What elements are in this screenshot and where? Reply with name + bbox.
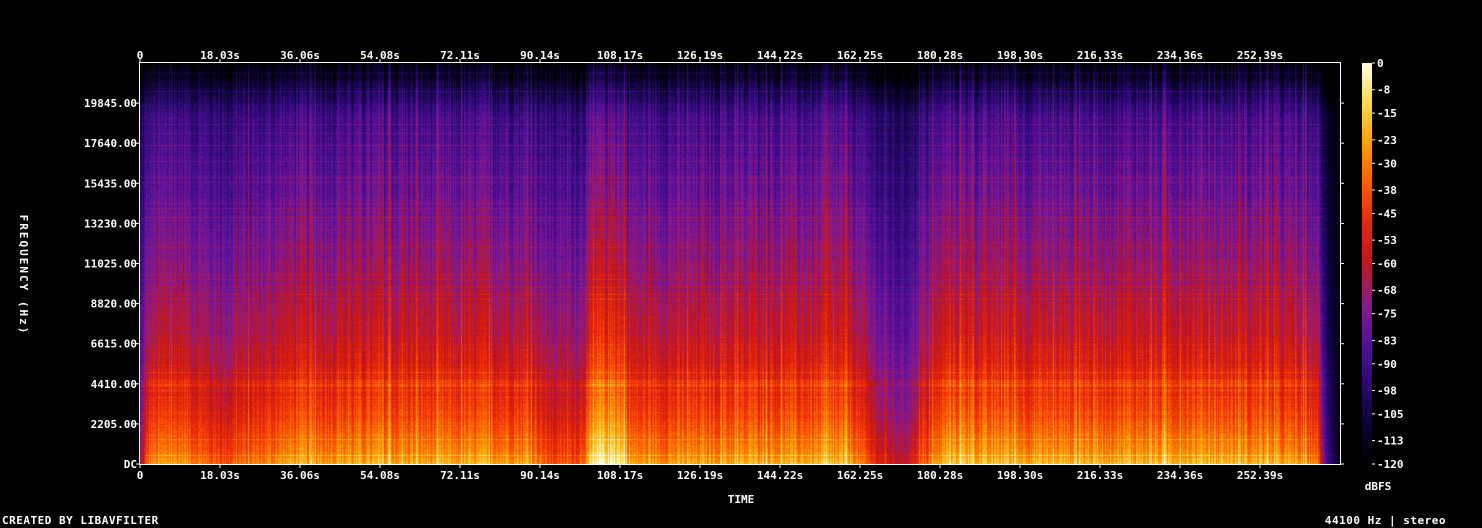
- y-tick-label: 17640.00: [84, 137, 137, 150]
- colorbar-tick-label: -60: [1377, 258, 1397, 271]
- x-tick-label-bottom: 198.30s: [997, 469, 1043, 482]
- x-tick-label-top: 36.06s: [280, 49, 320, 62]
- x-tick-label-bottom: 0: [137, 469, 144, 482]
- colorbar-tick-label: -113: [1377, 435, 1404, 448]
- y-tick-label: 6615.00: [91, 338, 137, 351]
- x-tick-label-top: 72.11s: [440, 49, 480, 62]
- x-tick-label-bottom: 36.06s: [280, 469, 320, 482]
- x-tick-label-bottom: 18.03s: [200, 469, 240, 482]
- x-tick-label-top: 234.36s: [1157, 49, 1203, 62]
- x-tick-label-bottom: 72.11s: [440, 469, 480, 482]
- x-tick-label-top: 18.03s: [200, 49, 240, 62]
- x-tick-label-bottom: 180.28s: [917, 469, 963, 482]
- y-tick-label: 11025.00: [84, 258, 137, 271]
- x-tick-label-top: 90.14s: [520, 49, 560, 62]
- colorbar-tick-label: -38: [1377, 184, 1397, 197]
- spectrogram-axes: 0 0 18.03s 18.03s 36.06s 36.06s 54.08s 54.08s 72…: [17, 49, 1404, 506]
- colorbar-tick-label: -90: [1377, 358, 1397, 371]
- x-tick-label-bottom: 144.22s: [757, 469, 803, 482]
- x-tick-label-top: 144.22s: [757, 49, 803, 62]
- plot-frame: [139, 62, 1341, 465]
- x-tick-label-bottom: 234.36s: [1157, 469, 1203, 482]
- x-tick-label-top: 0: [137, 49, 144, 62]
- y-tick-label: 2205.00: [91, 418, 137, 431]
- x-tick-label-bottom: 108.17s: [597, 469, 643, 482]
- x-tick-label-top: 198.30s: [997, 49, 1043, 62]
- x-tick-label-top: 180.28s: [917, 49, 963, 62]
- colorbar-label: dBFS: [1365, 480, 1392, 493]
- colorbar-tick-label: -98: [1377, 384, 1397, 397]
- footer-credit: CREATED BY LIBAVFILTER: [2, 514, 159, 527]
- colorbar-tick-label: -83: [1377, 334, 1397, 347]
- colorbar-tick-label: -68: [1377, 284, 1397, 297]
- x-tick-label-top: 252.39s: [1237, 49, 1283, 62]
- y-tick-label: 15435.00: [84, 177, 137, 190]
- x-tick-label-bottom: 162.25s: [837, 469, 883, 482]
- colorbar-tick-label: -8: [1377, 84, 1390, 97]
- y-tick-label: 19845.00: [84, 97, 137, 110]
- x-tick-label-bottom: 216.33s: [1077, 469, 1123, 482]
- footer-sample-rate: 44100 Hz | stereo: [1324, 514, 1446, 527]
- y-tick-label: 4410.00: [91, 378, 137, 391]
- x-tick-label-top: 162.25s: [837, 49, 883, 62]
- spectrogram-figure: 0 0 18.03s 18.03s 36.06s 36.06s 54.08s 54.08s 72…: [0, 0, 1482, 528]
- x-axis-label: TIME: [728, 493, 755, 506]
- colorbar-tick-label: -30: [1377, 157, 1397, 170]
- colorbar-tick-label: 0: [1377, 57, 1384, 70]
- x-tick-label-top: 54.08s: [360, 49, 400, 62]
- colorbar-tick-label: -23: [1377, 134, 1397, 147]
- x-tick-label-bottom: 252.39s: [1237, 469, 1283, 482]
- y-axis-label: FREQUENCY (Hz): [17, 215, 30, 336]
- x-tick-label-bottom: 90.14s: [520, 469, 560, 482]
- colorbar-tick-label: -105: [1377, 408, 1404, 421]
- colorbar-tick-label: -75: [1377, 308, 1397, 321]
- x-tick-label-top: 216.33s: [1077, 49, 1123, 62]
- y-tick-label: DC: [124, 458, 137, 471]
- x-tick-label-top: 126.19s: [677, 49, 723, 62]
- colorbar-tick-label: -53: [1377, 234, 1397, 247]
- y-tick-label: 8820.00: [91, 298, 137, 311]
- y-tick-label: 13230.00: [84, 217, 137, 230]
- colorbar-tick-label: -45: [1377, 207, 1397, 220]
- colorbar-tick-label: -120: [1377, 458, 1404, 471]
- x-tick-label-top: 108.17s: [597, 49, 643, 62]
- x-tick-label-bottom: 54.08s: [360, 469, 400, 482]
- x-tick-label-bottom: 126.19s: [677, 469, 723, 482]
- colorbar: [1362, 63, 1372, 464]
- colorbar-tick-label: -15: [1377, 107, 1397, 120]
